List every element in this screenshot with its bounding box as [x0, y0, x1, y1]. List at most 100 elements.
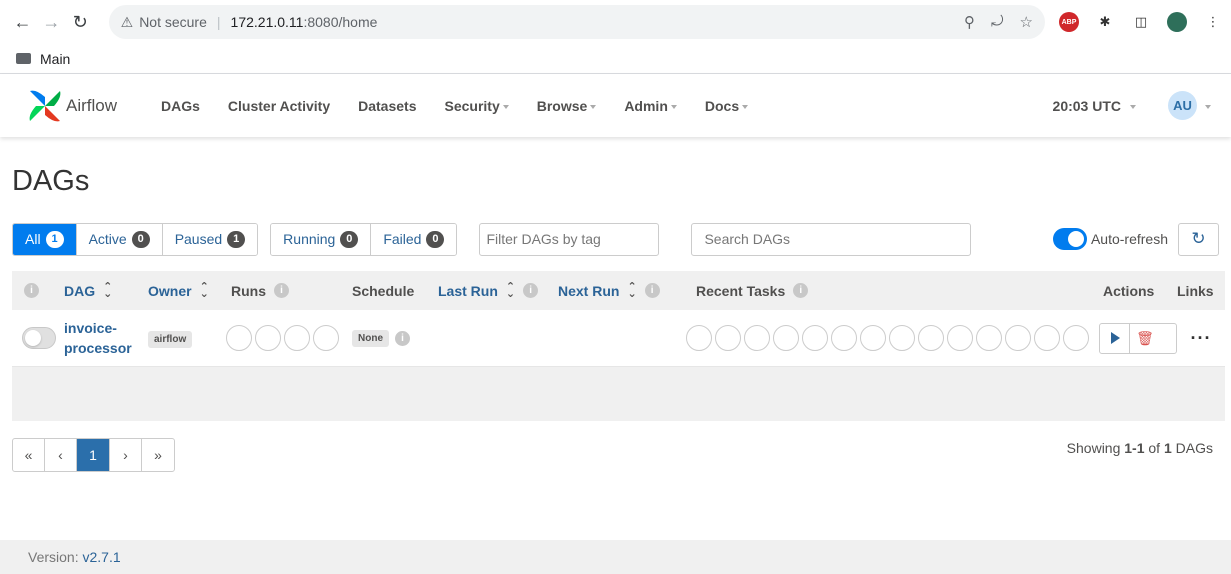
address-divider: |: [216, 14, 221, 30]
refresh-button[interactable]: ↻: [1178, 222, 1219, 256]
run-status-circle[interactable]: [226, 325, 252, 351]
star-icon[interactable]: ☆: [1020, 13, 1033, 31]
nav-browse-label: Browse: [536, 97, 588, 114]
nav-datasets[interactable]: Datasets: [358, 98, 416, 114]
th-last-run[interactable]: Last Run ⌃ ⌄ i: [430, 280, 558, 300]
task-status-circle[interactable]: [686, 325, 712, 351]
address-bar[interactable]: ⚠ Not secure | 172.21.0.11 :8080/home ⚲ …: [108, 5, 1045, 39]
recent-tasks-cell: [686, 325, 1099, 351]
sort-icon: ⌃ ⌄: [103, 280, 113, 300]
nav-datasets-label: Datasets: [358, 97, 417, 114]
table-header: i DAG ⌃ ⌄ Owner ⌃ ⌄ Runs i Schedule Last Run ⌃…: [12, 271, 1225, 310]
page-1-button[interactable]: 1: [77, 439, 110, 471]
nav-browse[interactable]: Browse: [537, 98, 597, 114]
prev-page-button[interactable]: ‹: [45, 439, 77, 471]
filter-active[interactable]: Active 0: [76, 223, 163, 255]
tag-filter-input[interactable]: [479, 222, 660, 256]
bookmark-folder-main[interactable]: Main: [40, 51, 70, 67]
th-dag[interactable]: DAG ⌃ ⌄: [64, 280, 148, 300]
share-icon[interactable]: ⤾: [991, 13, 1004, 31]
forward-icon[interactable]: →: [37, 7, 66, 37]
sidepanel-icon[interactable]: ◫: [1131, 12, 1151, 32]
run-status-circle[interactable]: [284, 325, 310, 351]
run-status-circles: [226, 325, 352, 351]
action-buttons: 🗑: [1099, 322, 1177, 354]
task-status-circle[interactable]: [715, 325, 741, 351]
menu-icon[interactable]: ⋮: [1203, 12, 1223, 32]
version-label: Version:: [28, 549, 83, 565]
task-status-circle[interactable]: [744, 325, 770, 351]
search-dags-input[interactable]: [691, 222, 972, 256]
owner-label[interactable]: airflow: [148, 331, 193, 348]
schedule-cell: None i: [352, 329, 686, 347]
airflow-logo[interactable]: Airflow: [26, 87, 117, 125]
caret-down-icon: [670, 105, 677, 109]
key-icon[interactable]: ⚲: [964, 13, 975, 31]
trigger-dag-button[interactable]: [1100, 323, 1130, 353]
task-status-circle[interactable]: [918, 325, 944, 351]
nav-admin[interactable]: Admin: [624, 98, 677, 114]
security-label: Not secure: [139, 14, 207, 30]
last-page-button[interactable]: »: [142, 439, 174, 471]
filter-paused[interactable]: Paused 1: [162, 223, 258, 255]
th-owner[interactable]: Owner ⌃ ⌄: [148, 281, 231, 299]
dag-id-link[interactable]: invoice-processor: [64, 318, 144, 358]
filter-running[interactable]: Running 0: [271, 223, 372, 255]
filter-all[interactable]: All 1: [13, 223, 77, 255]
task-status-circle[interactable]: [802, 325, 828, 351]
info-icon[interactable]: i: [24, 283, 39, 298]
task-status-circle[interactable]: [831, 325, 857, 351]
first-page-button[interactable]: «: [13, 439, 45, 471]
nav-docs[interactable]: Docs: [705, 98, 749, 114]
reload-icon[interactable]: ↻: [66, 7, 95, 37]
task-status-circle[interactable]: [773, 325, 799, 351]
sort-icon: ⌃ ⌄: [627, 280, 637, 300]
warning-icon: ⚠: [120, 13, 134, 30]
task-status-circle[interactable]: [1063, 325, 1089, 351]
url-host: 172.21.0.11: [230, 14, 304, 30]
nav-cluster-activity[interactable]: Cluster Activity: [228, 98, 330, 114]
nav-admin-label: Admin: [624, 97, 668, 114]
pagination: « ‹ 1 › »: [12, 438, 175, 472]
nav-security[interactable]: Security: [444, 98, 509, 114]
th-last-run-label: Last Run: [438, 282, 498, 299]
filter-failed[interactable]: Failed 0: [371, 223, 457, 255]
main-content: DAGs All 1 Active 0 Paused 1 Running 0 Faile…: [0, 165, 1231, 472]
task-status-circle[interactable]: [1005, 325, 1031, 351]
task-status-circle[interactable]: [976, 325, 1002, 351]
delete-dag-button[interactable]: 🗑: [1130, 324, 1160, 353]
extensions-icon[interactable]: ✱: [1095, 12, 1115, 32]
run-status-circle[interactable]: [313, 325, 339, 351]
filter-active-count: 0: [131, 230, 150, 248]
info-icon[interactable]: i: [523, 283, 539, 298]
user-avatar[interactable]: AU: [1168, 91, 1197, 120]
more-links-icon[interactable]: ···: [1191, 328, 1212, 348]
adblock-icon[interactable]: ABP: [1059, 12, 1079, 32]
sort-icon: ⌃ ⌄: [505, 280, 516, 300]
url-path: :8080/home: [303, 14, 378, 30]
info-icon[interactable]: i: [644, 283, 660, 298]
info-icon[interactable]: i: [395, 330, 410, 346]
filter-running-label: Running: [283, 231, 336, 247]
task-status-circle[interactable]: [1034, 325, 1060, 351]
next-page-button[interactable]: ›: [110, 439, 142, 471]
page-title: DAGs: [12, 165, 90, 197]
version-link[interactable]: v2.7.1: [82, 549, 120, 565]
table-row: invoice-processor airflow None i 🗑 ···: [12, 310, 1225, 367]
th-actions-label: Actions: [1103, 282, 1155, 299]
pause-toggle[interactable]: [22, 327, 56, 349]
th-next-run[interactable]: Next Run ⌃ ⌄ i: [558, 280, 688, 300]
profile-avatar[interactable]: [1167, 12, 1187, 32]
showing-range: 1-1: [1124, 440, 1145, 456]
timezone-clock[interactable]: 20:03 UTC: [1053, 98, 1136, 114]
nav-dags[interactable]: DAGs: [161, 98, 200, 114]
info-icon[interactable]: i: [274, 283, 289, 298]
run-status-circle[interactable]: [255, 325, 281, 351]
task-status-circle[interactable]: [860, 325, 886, 351]
auto-refresh-toggle[interactable]: [1052, 228, 1087, 250]
back-icon[interactable]: ←: [8, 7, 37, 37]
caret-down-icon[interactable]: [1205, 105, 1211, 109]
task-status-circle[interactable]: [947, 325, 973, 351]
task-status-circle[interactable]: [889, 325, 915, 351]
info-icon[interactable]: i: [793, 283, 809, 298]
